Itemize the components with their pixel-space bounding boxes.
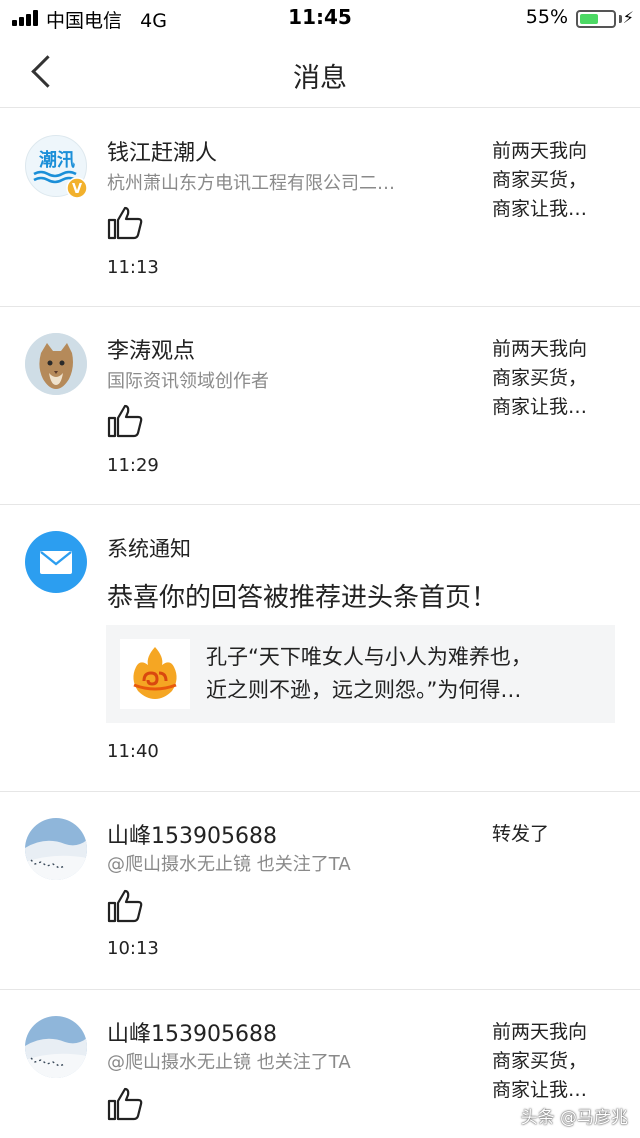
like-icon [107, 404, 143, 438]
message-item[interactable]: 山峰153905688 @爬山摄水无止镜 也关注了TA 10:13 转发了 [0, 792, 640, 990]
reply-preview-line: 前两天我向 [492, 1021, 588, 1043]
message-time: 11:29 [107, 455, 159, 476]
navigation-bar: 消息 [0, 36, 640, 108]
battery-icon [576, 10, 616, 28]
sender-subtitle: @爬山摄水无止镜 也关注了TA [107, 1052, 351, 1073]
reply-preview-line: 商家买货， [492, 169, 588, 191]
reply-preview-line: 转发了 [492, 823, 550, 845]
quoted-article-line: 近之则不逊，远之则怨。”为何得… [206, 678, 522, 702]
system-notice-item[interactable]: 系统通知 恭喜你的回答被推荐进头条首页！ 孔子“天下唯女人与小人为难养也， 近之… [0, 505, 640, 792]
reply-preview-line: 前两天我向 [492, 140, 588, 162]
like-icon [107, 889, 143, 923]
reply-preview-line: 商家让我… [492, 1079, 588, 1101]
watermark: 头条 @马彦兆 [520, 1108, 628, 1128]
sender-subtitle: 杭州萧山东方电讯工程有限公司二… [107, 173, 395, 194]
charging-icon: ⚡ [622, 8, 634, 27]
message-time: 11:40 [107, 741, 159, 762]
snow-mountain-photo-icon [25, 818, 87, 880]
quoted-article-text: 孔子“天下唯女人与小人为难养也， 近之则不逊，远之则怨。”为何得… [206, 641, 532, 707]
quoted-article-card[interactable]: 孔子“天下唯女人与小人为难养也， 近之则不逊，远之则怨。”为何得… [106, 625, 615, 723]
reply-preview-line: 商家让我… [492, 198, 588, 220]
cougar-photo-icon [25, 333, 87, 395]
reply-preview-line: 商家让我… [492, 396, 588, 418]
article-thumbnail [120, 639, 190, 709]
mail-icon [40, 551, 72, 574]
like-icon [107, 1087, 143, 1121]
reply-preview: 转发了 [492, 820, 622, 849]
reply-preview: 前两天我向 商家买货， 商家让我… [492, 335, 622, 422]
sender-subtitle: @爬山摄水无止镜 也关注了TA [107, 854, 351, 875]
reply-preview-line: 商家买货， [492, 1050, 588, 1072]
reply-preview-line: 商家买货， [492, 367, 588, 389]
message-time: 10:13 [107, 938, 159, 959]
system-notice-avatar [25, 531, 87, 593]
golden-cloud-icon [133, 647, 177, 699]
reply-preview: 前两天我向 商家买货， 商家让我… [492, 1018, 622, 1105]
message-item[interactable]: 潮汛 V 钱江赶潮人 杭州萧山东方电讯工程有限公司二… 11:13 前两天我向 … [0, 109, 640, 307]
reply-preview-line: 前两天我向 [492, 338, 588, 360]
sender-name[interactable]: 山峰153905688 [107, 818, 277, 850]
notice-text: 恭喜你的回答被推荐进头条首页！ [107, 583, 498, 613]
verified-badge-icon: V [66, 177, 88, 199]
battery-tip [619, 15, 622, 23]
avatar[interactable] [25, 1016, 87, 1078]
avatar[interactable] [25, 818, 87, 880]
reply-preview: 前两天我向 商家买货， 商家让我… [492, 137, 622, 224]
message-item[interactable]: 李涛观点 国际资讯领域创作者 11:29 前两天我向 商家买货， 商家让我… [0, 307, 640, 505]
sender-name[interactable]: 李涛观点 [107, 333, 195, 365]
verified-badge-text: V [72, 182, 82, 197]
avatar-logo-text: 潮汛 [39, 150, 75, 171]
notice-title: 系统通知 [107, 537, 191, 561]
sender-name[interactable]: 钱江赶潮人 [107, 135, 217, 167]
sender-name[interactable]: 山峰153905688 [107, 1016, 277, 1048]
sender-subtitle: 国际资讯领域创作者 [107, 371, 269, 392]
status-bar: 中国电信 4G 11:45 55% ⚡ [0, 0, 640, 36]
like-icon [107, 206, 143, 240]
message-time: 11:13 [107, 257, 159, 278]
avatar[interactable] [25, 333, 87, 395]
battery-percent: 55% [525, 6, 568, 28]
quoted-article-line: 孔子“天下唯女人与小人为难养也， [206, 645, 532, 669]
page-title: 消息 [293, 63, 347, 94]
snow-mountain-photo-icon [25, 1016, 87, 1078]
